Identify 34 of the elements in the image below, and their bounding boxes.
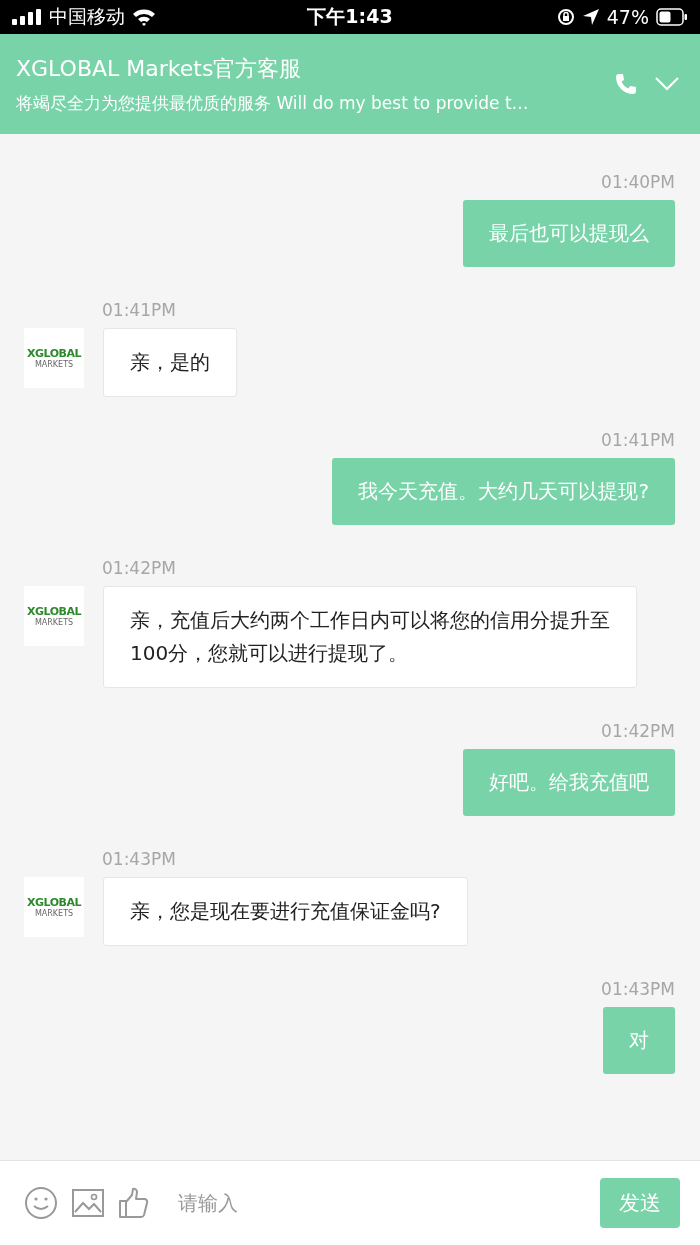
carrier-name: 中国移动 <box>49 4 125 29</box>
message-time: 01:43PM <box>102 849 176 869</box>
image-icon[interactable] <box>72 1189 104 1217</box>
phone-icon[interactable] <box>614 72 638 96</box>
emoji-icon[interactable] <box>24 1186 58 1220</box>
message-time: 01:41PM <box>601 430 675 450</box>
message-bubble: 我今天充值。大约几天可以提现? <box>332 458 675 525</box>
message-bubble: 亲，是的 <box>103 328 237 397</box>
message-input[interactable]: 请输入 <box>176 1190 586 1216</box>
message-bubble: 最后也可以提现么 <box>463 200 675 267</box>
wifi-icon <box>132 8 156 26</box>
message-bubble: 亲，充值后大约两个工作日内可以将您的信用分提升至100分，您就可以进行提现了。 <box>103 586 637 688</box>
agent-avatar: XGLOBAL MARKETS <box>24 328 84 388</box>
battery-icon <box>656 8 688 26</box>
message-time: 01:43PM <box>601 979 675 999</box>
message-bubble: 对 <box>603 1007 675 1074</box>
message-bubble: 亲，您是现在要进行充值保证金吗? <box>103 877 468 946</box>
message-time: 01:41PM <box>102 300 176 320</box>
message-time: 01:42PM <box>102 558 176 578</box>
battery-percent: 47% <box>606 6 649 28</box>
message-time: 01:40PM <box>601 172 675 192</box>
message-time: 01:42PM <box>601 721 675 741</box>
chevron-down-icon[interactable] <box>654 76 680 92</box>
send-button[interactable]: 发送 <box>600 1178 680 1228</box>
message-bubble: 好吧。给我充值吧 <box>463 749 675 816</box>
chat-title: XGLOBAL Markets官方客服 <box>16 54 303 83</box>
status-time: 下午1:43 <box>307 4 393 29</box>
chat-subtitle: 将竭尽全力为您提供最优质的服务 Will do my best to provide t… <box>16 91 530 115</box>
location-icon <box>581 8 600 26</box>
thumbs-up-icon[interactable] <box>118 1187 150 1219</box>
rotation-lock-icon <box>556 8 575 26</box>
signal-icon <box>12 9 42 25</box>
agent-avatar: XGLOBAL MARKETS <box>24 877 84 937</box>
agent-avatar: XGLOBAL MARKETS <box>24 586 84 646</box>
